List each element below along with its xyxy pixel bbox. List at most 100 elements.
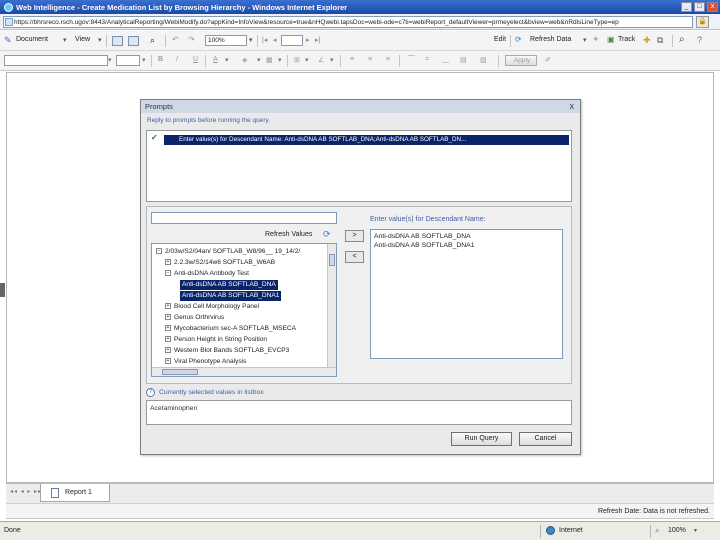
next-page-icon[interactable]: ▸ [306,36,310,44]
view-menu[interactable]: View [75,36,90,43]
expand-icon[interactable]: + [165,358,171,365]
tree-item[interactable]: −2/03w/S2/04an/ SOFTLAB_W8/96__ 19_14/2/ [156,247,300,257]
run-query-button[interactable]: Run Query [451,432,512,446]
align-right-icon[interactable]: ≡ [386,56,390,63]
help-icon[interactable]: ? [697,35,708,45]
document-menu[interactable]: Document [16,36,48,43]
selected-values-list[interactable]: Anti-dsDNA AB SOFTLAB_DNA Anti-dsDNA AB … [370,229,563,359]
save-icon[interactable] [112,36,123,46]
undo-icon[interactable]: ↶ [172,35,179,44]
expand-icon[interactable]: + [165,325,171,332]
selected-value-item[interactable]: Anti-dsDNA AB SOFTLAB_DNA [374,233,471,240]
last-page-icon[interactable]: ▸| [315,36,320,44]
wrap-text-icon[interactable]: ▤ [460,56,467,64]
zoom-arrow-icon[interactable]: ▾ [249,36,253,44]
tree-item[interactable]: Anti-dsDNA AB SOFTLAB_DNA [180,280,278,290]
borders-icon[interactable]: ⊞ [294,56,300,64]
maximize-button[interactable]: □ [694,2,705,12]
tree-item[interactable]: + Genus Orthrvirus [165,313,224,323]
value-search-input[interactable] [151,212,337,224]
border-style-arrow-icon[interactable]: ▾ [330,56,334,64]
tab-report-1[interactable]: Report 1 [40,484,110,502]
expand-icon[interactable]: + [165,314,171,321]
refresh-data-icon[interactable]: ⟳ [515,35,522,44]
track-icon[interactable]: ▣ [607,35,618,45]
page-number-input[interactable] [281,35,303,46]
tree-item[interactable]: + Person Height in String Position [165,335,267,345]
cancel-button[interactable]: Cancel [519,432,572,446]
export-icon[interactable] [128,36,139,46]
prompt-list-item[interactable]: Enter value(s) for Descendant Name: Anti… [164,135,569,145]
expand-icon[interactable]: + [165,259,171,266]
panel-toggle-handle[interactable] [0,283,5,297]
italic-icon[interactable]: I [176,56,178,63]
pattern-icon[interactable]: ▦ [266,56,273,64]
purge-icon[interactable]: ✦ [592,34,603,44]
tab-navigation-arrows[interactable]: ◂◂ ◂ ▸ ▸▸ [10,488,42,495]
url-field[interactable]: https://bhrsreco.rsch.ugov:8443/Analytic… [3,15,693,28]
apply-button[interactable]: Apply [505,55,537,66]
refresh-values-link[interactable]: Refresh Values [265,231,312,238]
collapse-icon[interactable]: − [165,270,171,277]
zoom-level[interactable]: 100% [668,527,686,534]
tree-item[interactable]: + Western Blot Bands SOFTLAB_EVCP3 [165,346,289,356]
redo-icon[interactable]: ↷ [188,35,195,44]
security-zone[interactable]: Internet [546,526,583,535]
align-bottom-icon[interactable]: ⎽ [442,56,449,64]
background-color-arrow-icon[interactable]: ▾ [257,56,261,64]
value-hierarchy-tree[interactable]: −2/03w/S2/04an/ SOFTLAB_W8/96__ 19_14/2/… [151,243,337,377]
filter-bar-icon[interactable]: ⧉ [657,35,668,45]
find-icon[interactable]: ⌕ [150,35,161,45]
document-menu-arrow-icon[interactable]: ▾ [63,36,67,44]
view-menu-arrow-icon[interactable]: ▾ [98,36,102,44]
zoom-icon[interactable]: ⌕ [655,526,659,536]
font-color-arrow-icon[interactable]: ▾ [225,56,229,64]
scrollbar-thumb[interactable] [329,254,335,266]
borders-arrow-icon[interactable]: ▾ [305,56,309,64]
expand-icon[interactable]: + [165,336,171,343]
clear-format-icon[interactable]: ✐ [545,56,551,64]
align-top-icon[interactable]: ⎺ [408,56,415,64]
previous-page-icon[interactable]: ◂ [273,36,277,44]
close-window-button[interactable]: x [707,2,718,12]
font-name-arrow-icon[interactable]: ▾ [108,56,112,64]
tree-item[interactable]: + Blood Cell Morphology Panel [165,302,259,312]
tree-item[interactable]: + Mycobacterium sec-A SOFTLAB_MSECA [165,324,296,334]
align-center-icon[interactable]: ≡ [368,56,372,63]
tree-vertical-scrollbar[interactable] [327,244,336,376]
first-page-icon[interactable]: |◂ [262,36,267,44]
remove-value-button[interactable]: < [345,251,364,263]
tree-item[interactable]: Anti-dsDNA AB SOFTLAB_DNA1 [180,291,282,301]
lock-icon[interactable]: 🔒 [696,15,709,28]
zoom-select[interactable]: 100% [205,35,247,46]
tree-item[interactable]: + Viral Phenotype Analysis [165,357,246,367]
border-style-icon[interactable]: ∠ [318,56,324,64]
tree-item[interactable]: − Anti-dsDNA Antibody Test [165,269,249,279]
scrollbar-thumb[interactable] [162,369,198,375]
drill-icon[interactable]: ✚ [643,35,654,45]
font-name-select[interactable] [4,55,108,66]
dialog-close-icon[interactable]: x [570,100,575,113]
format-painter-icon[interactable]: ▨ [480,56,487,64]
expand-icon[interactable]: + [165,347,171,354]
edit-button[interactable]: Edit [494,36,506,43]
refresh-values-icon[interactable]: ⟳ [323,229,331,240]
tree-item[interactable]: +2.2.3w/S2/14w6 SOFTLAB_W6AB [165,258,275,268]
font-size-arrow-icon[interactable]: ▾ [142,56,146,64]
background-color-icon[interactable]: ◈ [242,56,247,64]
align-middle-icon[interactable]: = [425,56,429,63]
track-button[interactable]: Track [618,36,635,43]
pattern-arrow-icon[interactable]: ▾ [278,56,282,64]
underline-icon[interactable]: U [193,56,198,63]
zoom-arrow-icon[interactable]: ▾ [694,527,697,534]
font-size-select[interactable] [116,55,140,66]
expand-icon[interactable]: + [165,303,171,310]
tree-horizontal-scrollbar[interactable] [152,367,336,376]
font-color-icon[interactable]: A [213,56,218,63]
add-value-button[interactable]: > [345,230,364,242]
collapse-icon[interactable]: − [156,248,162,255]
align-left-icon[interactable]: ≡ [350,56,354,63]
minimize-button[interactable]: _ [681,2,692,12]
search-icon[interactable]: ⌕ [679,34,690,45]
bold-icon[interactable]: B [158,56,163,63]
